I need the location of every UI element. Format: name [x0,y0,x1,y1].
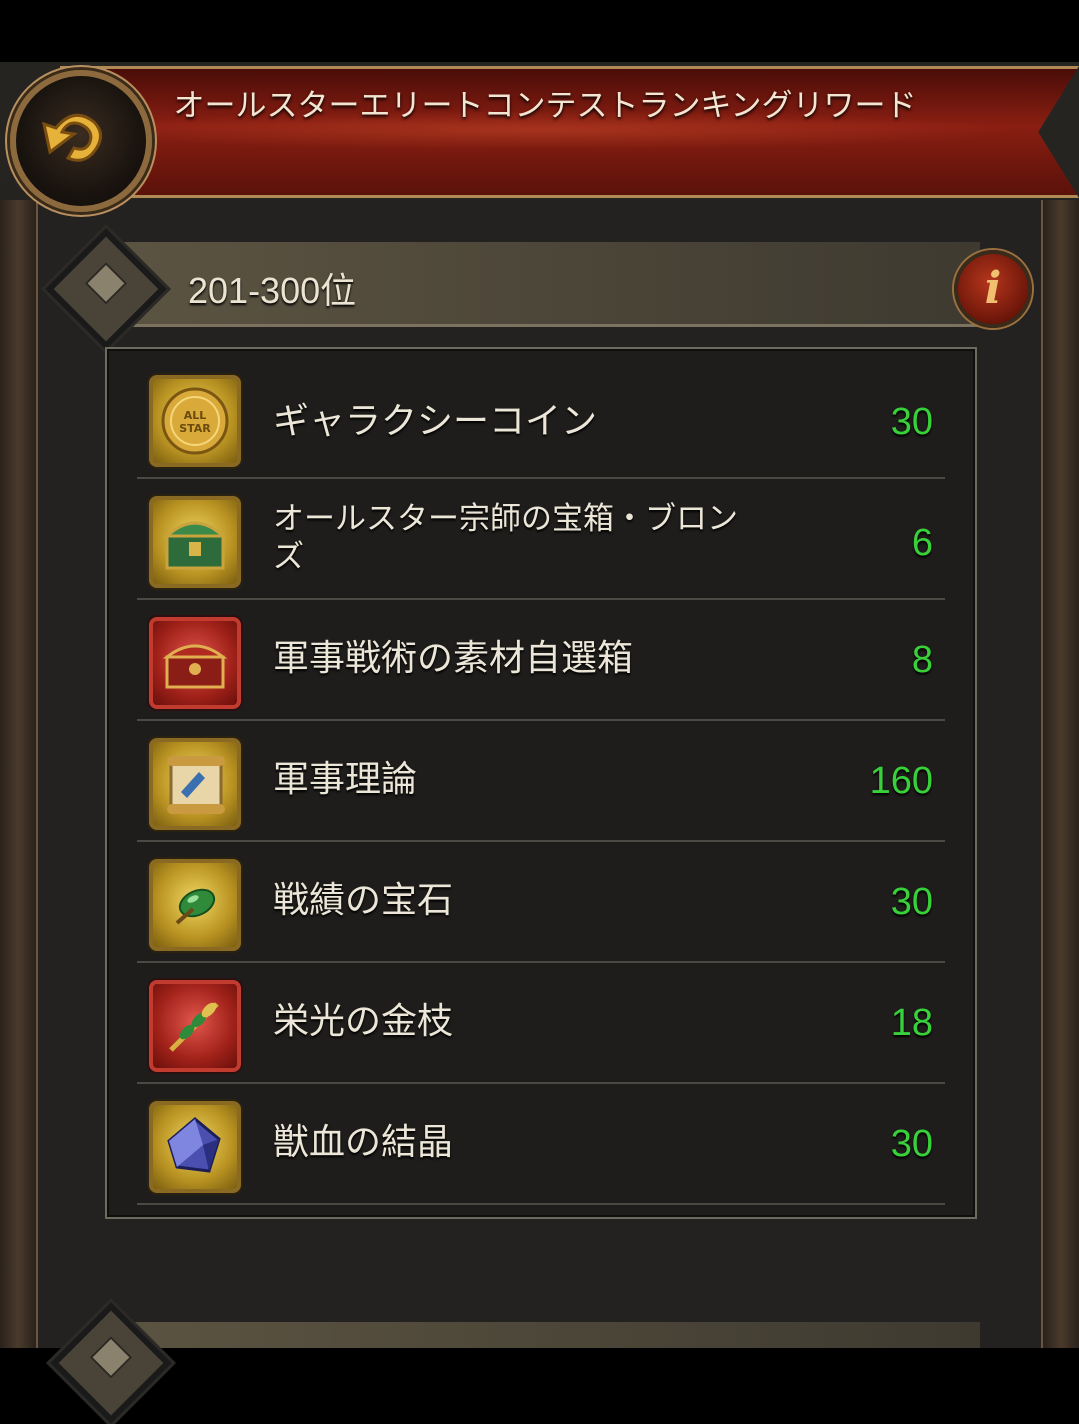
reward-quantity: 160 [869,760,933,802]
reward-name: 戦績の宝石 [273,880,454,921]
frame-pillar-left [0,200,38,1348]
reward-name: 軍事戦術の素材自選箱 [273,638,634,679]
page-title: オールスターエリートコンテストランキングリワード [173,88,917,124]
back-arrow-icon [41,113,102,162]
green-gem-icon [149,859,241,951]
back-button[interactable] [10,70,152,212]
reward-row: 軍事理論 160 [137,720,945,842]
golden-branch-icon [149,980,241,1072]
rank-range-label: 201-300位 [188,270,357,311]
crystal-icon [149,1101,241,1193]
reward-name: オールスター宗師の宝箱・ブロンズ [273,501,738,575]
reward-row: 栄光の金枝 18 [137,962,945,1084]
reward-row: 獣血の結晶 30 [137,1083,945,1205]
info-button[interactable]: i [954,250,1032,328]
reward-quantity: 30 [890,1123,933,1165]
reward-quantity: 8 [911,639,933,681]
reward-list: ALL STAR ギャラクシーコイン 30 オールスター宗師の宝箱・ブロンズ 6… [105,347,977,1219]
reward-quantity: 18 [890,1002,933,1044]
treasure-chest-icon [149,496,241,588]
reward-row: 軍事戦術の素材自選箱 8 [137,599,945,721]
frame-pillar-right [1041,200,1079,1348]
svg-text:ALL: ALL [184,409,207,422]
reward-name: 軍事理論 [273,759,418,800]
svg-text:STAR: STAR [179,422,211,435]
reward-quantity: 30 [890,881,933,923]
red-chest-icon [149,617,241,709]
next-rank-section-bar [110,1322,980,1348]
info-icon: i [984,263,1002,314]
reward-name: 栄光の金枝 [273,1001,454,1042]
reward-quantity: 6 [911,522,933,564]
reward-quantity: 30 [890,401,933,443]
reward-name: ギャラクシーコイン [273,401,598,442]
reward-row: オールスター宗師の宝箱・ブロンズ 6 [137,478,945,600]
scroll-icon [149,738,241,830]
reward-row: ALL STAR ギャラクシーコイン 30 [137,357,945,479]
reward-row: 戦績の宝石 30 [137,841,945,963]
all-star-coin-icon: ALL STAR [149,375,241,467]
status-bar [0,0,1079,62]
reward-name: 獣血の結晶 [273,1122,454,1163]
